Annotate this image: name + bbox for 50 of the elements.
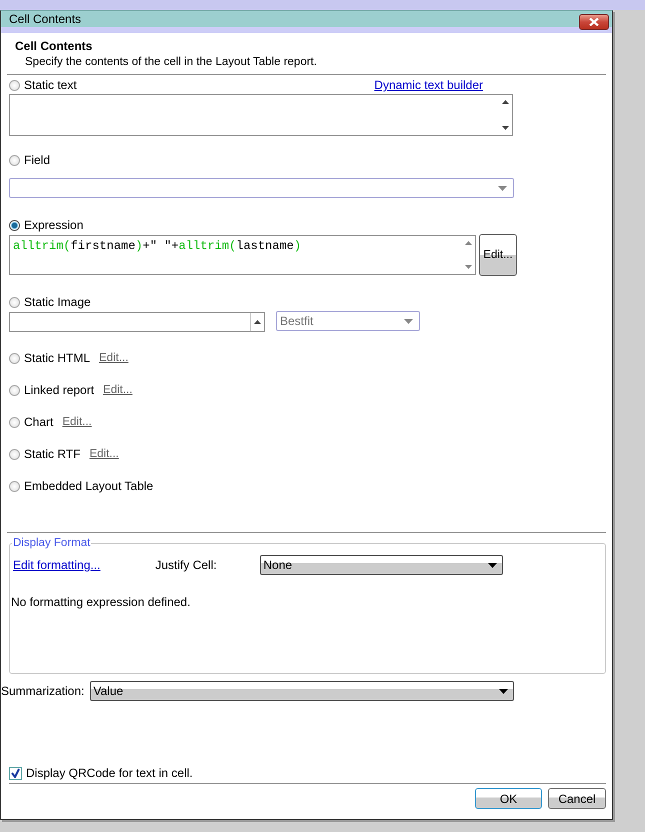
option-label: Expression bbox=[24, 218, 84, 232]
option-label: Static RTF bbox=[24, 447, 80, 461]
close-button[interactable] bbox=[579, 14, 609, 30]
scroll-down-icon[interactable] bbox=[502, 126, 508, 130]
dialog-button[interactable]: Cancel bbox=[548, 788, 606, 809]
dropdown-arrow-icon[interactable] bbox=[488, 562, 498, 568]
dialog-heading: Cell Contents bbox=[15, 38, 94, 54]
option-label: Embedded Layout Table bbox=[24, 479, 154, 493]
radio-button[interactable] bbox=[9, 416, 20, 428]
radio-button[interactable] bbox=[9, 80, 20, 90]
edit-link[interactable]: Edit... bbox=[89, 448, 119, 460]
option-label: Field bbox=[24, 153, 50, 167]
edit-formatting-link[interactable]: Edit formatting... bbox=[13, 558, 100, 572]
summarization-dropdown[interactable]: Value bbox=[90, 681, 514, 701]
scroll-up-icon[interactable] bbox=[502, 100, 508, 104]
edit-link[interactable]: Edit... bbox=[99, 352, 128, 364]
option-label: Static Image bbox=[24, 295, 91, 309]
edit-link[interactable]: Edit... bbox=[103, 384, 132, 396]
radio-button[interactable] bbox=[9, 220, 20, 230]
option-label: Static HTML bbox=[24, 351, 90, 365]
radio-button[interactable] bbox=[9, 448, 20, 460]
checkbox-label: Display QRCode for text in cell. bbox=[26, 766, 193, 780]
radio-button[interactable] bbox=[9, 352, 20, 364]
window-title: Cell Contents bbox=[9, 12, 82, 26]
close-icon[interactable] bbox=[589, 18, 599, 26]
static-text-field[interactable] bbox=[9, 94, 513, 136]
option-label: Linked report bbox=[24, 383, 94, 397]
dialog-description: Specify the contents of the cell in the Layout Table report. bbox=[24, 55, 318, 70]
edit-link[interactable]: Edit... bbox=[62, 416, 92, 428]
checkbox[interactable] bbox=[9, 766, 22, 780]
checkmark-icon bbox=[11, 768, 20, 778]
radio-button[interactable] bbox=[9, 154, 20, 166]
scroll-up-icon[interactable] bbox=[254, 320, 261, 324]
option-label: Static text bbox=[24, 78, 77, 92]
radio-button[interactable] bbox=[9, 296, 20, 308]
image-path-field[interactable] bbox=[9, 312, 265, 332]
option-label: Chart bbox=[24, 415, 54, 429]
fit-mode-dropdown[interactable]: Bestfit bbox=[276, 311, 420, 331]
field-dropdown[interactable] bbox=[9, 178, 514, 198]
justify-label: Justify Cell: bbox=[155, 558, 218, 572]
group-legend: Display Format bbox=[12, 537, 92, 549]
dropdown-arrow-icon[interactable] bbox=[499, 688, 508, 694]
radio-button[interactable] bbox=[9, 384, 20, 396]
justify-dropdown[interactable]: None bbox=[260, 555, 504, 575]
radio-button[interactable] bbox=[9, 480, 20, 492]
edit-button[interactable]: Edit... bbox=[479, 234, 517, 276]
formatting-message: No formatting expression defined. bbox=[11, 595, 192, 609]
dynamic-text-link[interactable]: Dynamic text builder bbox=[374, 78, 483, 92]
dialog-button[interactable]: OK bbox=[475, 788, 542, 809]
summarization-label: Summarization: bbox=[1, 684, 84, 698]
